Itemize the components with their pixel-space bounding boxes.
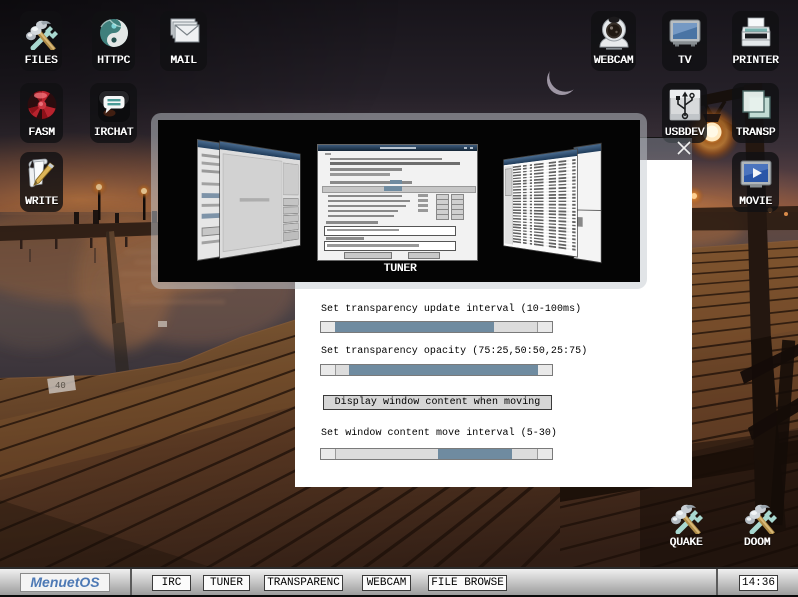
svg-text:40: 40 (55, 381, 66, 391)
